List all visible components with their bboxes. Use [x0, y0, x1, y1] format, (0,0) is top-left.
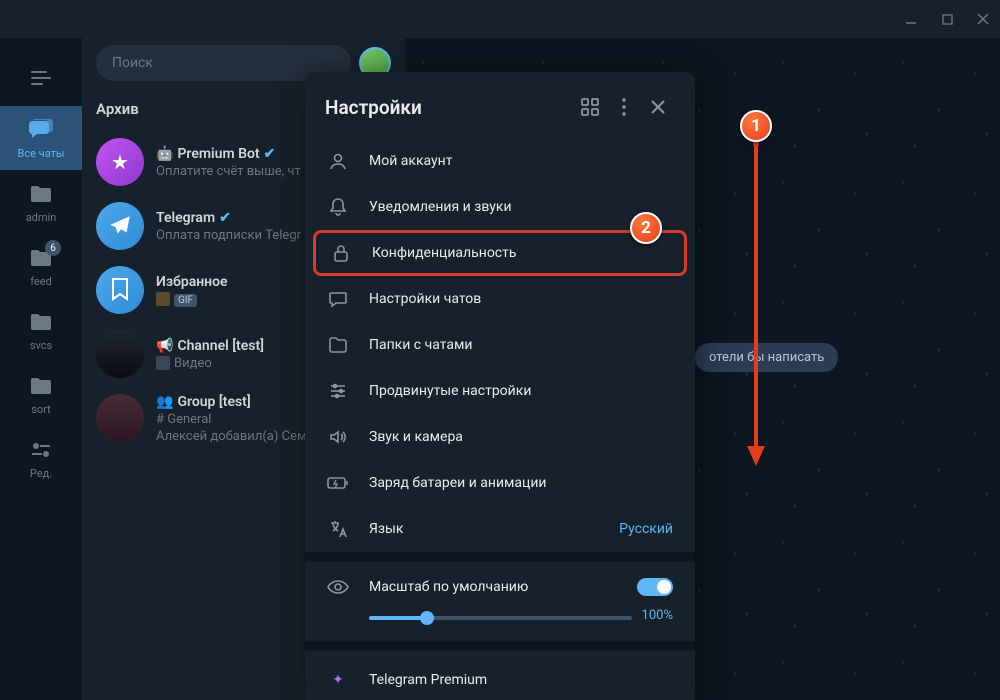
chat-title: Telegram — [156, 210, 215, 226]
menu-toggle[interactable] — [0, 58, 82, 98]
modal-title: Настройки — [325, 96, 573, 119]
minimize-button[interactable] — [904, 12, 918, 26]
divider — [305, 552, 695, 562]
nav-admin[interactable]: admin — [0, 170, 82, 234]
settings-label: Настройки чатов — [369, 291, 673, 307]
chat-icon — [327, 288, 349, 310]
settings-label: Telegram Premium — [369, 672, 673, 688]
scale-slider[interactable] — [369, 616, 632, 620]
settings-premium[interactable]: ✦ Telegram Premium — [305, 657, 695, 700]
settings-folders[interactable]: Папки с чатами — [305, 322, 695, 368]
folder-icon: 6 — [27, 244, 55, 272]
settings-label: Звук и камера — [369, 429, 673, 445]
bot-icon: 🤖 — [156, 146, 173, 162]
chats-icon — [27, 116, 55, 144]
settings-advanced[interactable]: Продвинутые настройки — [305, 368, 695, 414]
folder-icon — [327, 334, 349, 356]
nav-svcs[interactable]: svcs — [0, 298, 82, 362]
annotation-marker-1: 1 — [740, 110, 772, 142]
close-button[interactable] — [641, 90, 675, 124]
settings-privacy[interactable]: Конфиденциальность — [313, 230, 687, 276]
annotation-marker-2: 2 — [630, 212, 662, 244]
settings-chat[interactable]: Настройки чатов — [305, 276, 695, 322]
verified-icon: ✔ — [219, 210, 231, 226]
nav-label: Ред. — [30, 467, 52, 480]
nav-sort[interactable]: sort — [0, 362, 82, 426]
scale-value: 100% — [642, 608, 673, 623]
nav-feed[interactable]: 6 feed — [0, 234, 82, 298]
settings-scale: Масштаб по умолчанию 100% — [305, 562, 695, 641]
settings-label: Уведомления и звуки — [369, 199, 673, 215]
scale-label: Масштаб по умолчанию — [369, 579, 617, 595]
chat-title: Channel [test] — [177, 338, 264, 354]
close-window-button[interactable] — [976, 12, 990, 26]
nav-label: admin — [26, 211, 57, 224]
settings-label: Папки с чатами — [369, 337, 673, 353]
folder-icon — [27, 372, 55, 400]
star-icon: ✦ — [327, 669, 349, 691]
sliders-icon — [327, 380, 349, 402]
verified-icon: ✔ — [264, 146, 276, 162]
sidebar-nav: Все чаты admin 6 feed svcs sort Ред. — [0, 38, 82, 700]
lock-icon — [330, 242, 352, 264]
settings-label: Конфиденциальность — [372, 245, 670, 261]
language-icon — [327, 518, 349, 540]
bell-icon — [327, 196, 349, 218]
settings-sound[interactable]: Звук и камера — [305, 414, 695, 460]
settings-label: Продвинутые настройки — [369, 383, 673, 399]
avatar — [96, 330, 144, 378]
settings-language[interactable]: Язык Русский — [305, 506, 695, 552]
chat-title: Group [test] — [177, 394, 250, 410]
settings-value: Русский — [619, 521, 673, 537]
settings-label: Язык — [369, 521, 599, 537]
nav-label: sort — [31, 403, 51, 416]
divider — [305, 641, 695, 651]
modal-header: Настройки — [305, 72, 695, 138]
nav-label: svcs — [30, 339, 52, 352]
settings-account[interactable]: Мой аккаунт — [305, 138, 695, 184]
badge: 6 — [45, 240, 61, 256]
qr-button[interactable] — [573, 90, 607, 124]
annotation-arrow — [744, 140, 768, 470]
edit-icon — [27, 436, 55, 464]
more-button[interactable] — [607, 90, 641, 124]
maximize-button[interactable] — [940, 12, 954, 26]
folder-icon — [27, 180, 55, 208]
group-icon: 👥 — [156, 394, 173, 410]
chat-title: Избранное — [156, 274, 228, 290]
nav-label: Все чаты — [18, 147, 65, 160]
settings-label: Заряд батареи и анимации — [369, 475, 673, 491]
nav-label: feed — [30, 275, 52, 288]
avatar — [96, 266, 144, 314]
chat-title: Premium Bot — [177, 146, 259, 162]
settings-label: Мой аккаунт — [369, 153, 673, 169]
nav-all-chats[interactable]: Все чаты — [0, 106, 82, 170]
channel-icon: 📢 — [156, 338, 173, 354]
folder-icon — [27, 308, 55, 336]
settings-battery[interactable]: Заряд батареи и анимации — [305, 460, 695, 506]
titlebar — [0, 0, 1000, 38]
eye-icon — [327, 576, 349, 598]
account-icon — [327, 150, 349, 172]
battery-icon — [327, 472, 349, 494]
scale-toggle[interactable] — [637, 578, 673, 596]
speaker-icon — [327, 426, 349, 448]
nav-edit[interactable]: Ред. — [0, 426, 82, 490]
avatar — [96, 394, 144, 442]
avatar — [96, 202, 144, 250]
settings-modal: Настройки Мой аккаунт Уведомления и звук… — [305, 72, 695, 700]
avatar: ★ — [96, 138, 144, 186]
